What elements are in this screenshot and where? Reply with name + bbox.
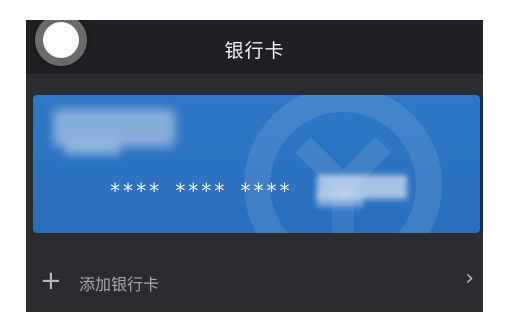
plus-icon: + (40, 266, 62, 296)
card-last-digits-redacted-shadow (317, 193, 363, 207)
masked-card-number: **** **** **** (109, 179, 292, 203)
bank-subtitle-redacted (65, 140, 120, 156)
bank-logo-icon (244, 95, 442, 233)
bank-cards-screen: 银行卡 **** **** **** + 添加银行卡 › (26, 20, 483, 312)
add-bank-card-row[interactable]: + 添加银行卡 › (26, 258, 483, 306)
title-bar: 银行卡 (26, 20, 483, 74)
add-bank-card-label: 添加银行卡 (79, 275, 160, 294)
bank-card[interactable]: **** **** **** (33, 95, 480, 233)
chevron-right-icon: › (465, 266, 474, 291)
page-title: 银行卡 (224, 40, 285, 62)
